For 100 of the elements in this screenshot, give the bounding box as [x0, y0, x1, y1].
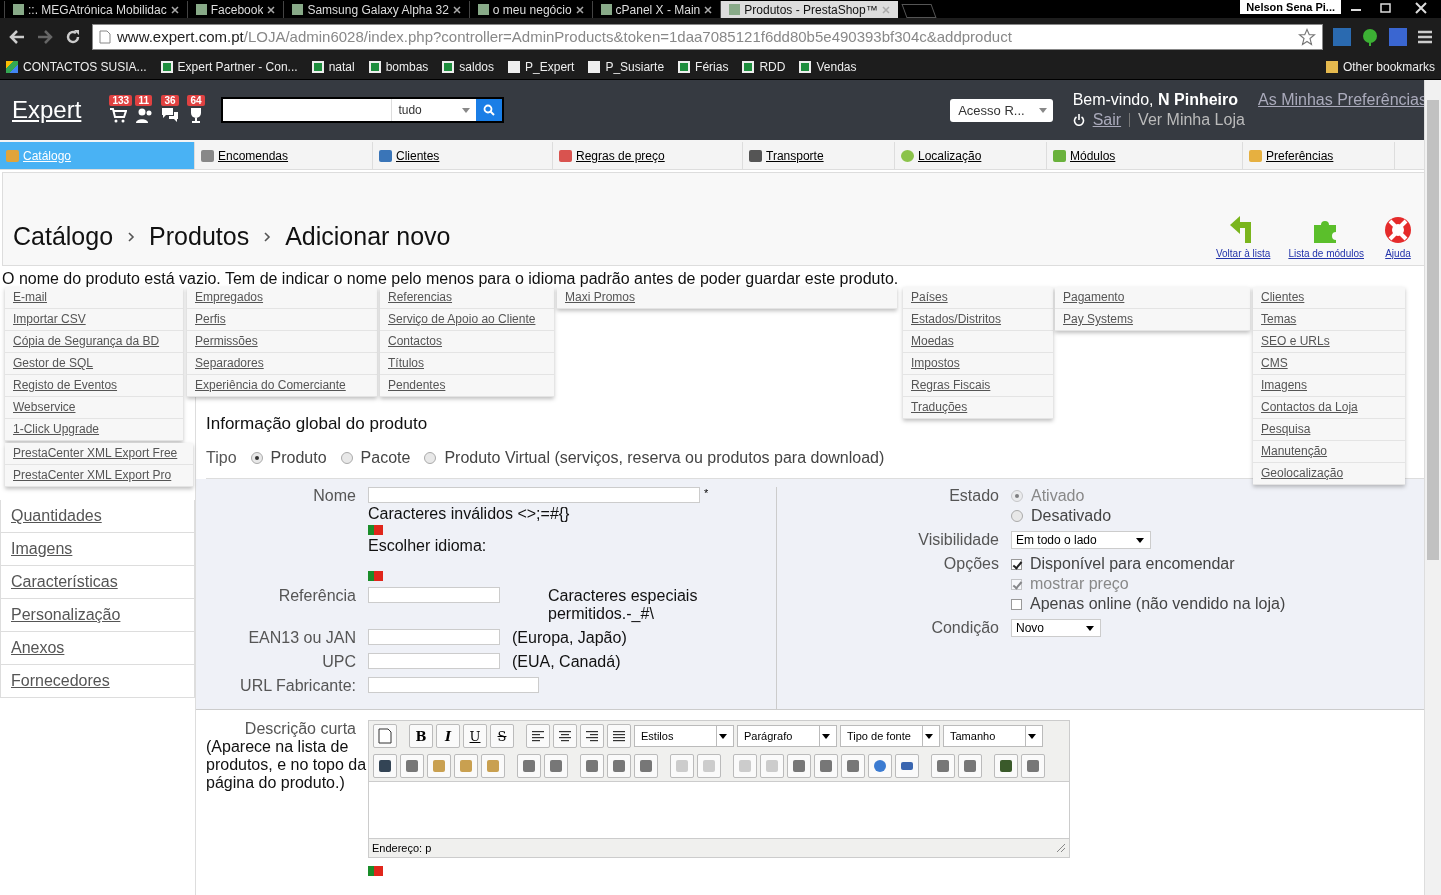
menu-item[interactable]: Webservice: [5, 397, 183, 419]
menu-item[interactable]: Estados/Distritos: [903, 309, 1053, 331]
menu-item[interactable]: Registo de Eventos: [5, 375, 183, 397]
align-center-icon[interactable]: [553, 724, 577, 748]
star-icon[interactable]: [1298, 27, 1316, 46]
menu-item[interactable]: Pesquisa: [1253, 419, 1405, 441]
editor-dropdown[interactable]: Estilos: [634, 725, 734, 747]
radio-button[interactable]: [424, 452, 437, 464]
bookmark[interactable]: Vendas: [799, 60, 857, 74]
address-field[interactable]: www.expert.com.pt/LOJA/admin6028/index.php?controller=AdminProducts&token=1daa7085121f6dd80b5e490393bf304c&addproduct: [92, 23, 1323, 50]
input-field[interactable]: [368, 587, 500, 603]
menu-item[interactable]: Contactos: [380, 331, 554, 353]
sidebar-tab[interactable]: Imagens: [0, 533, 195, 566]
view-shop-link[interactable]: Ver Minha Loja: [1138, 111, 1245, 129]
menu-item[interactable]: Impostos: [903, 353, 1053, 375]
checkbox[interactable]: [1011, 598, 1022, 610]
breadcrumb-item[interactable]: Produtos: [149, 222, 250, 251]
menu-item[interactable]: Traduções: [903, 397, 1053, 419]
align-right-icon[interactable]: [580, 724, 604, 748]
bookmark[interactable]: bombas: [368, 60, 429, 74]
leaf-icon[interactable]: [1361, 27, 1379, 46]
menu-item[interactable]: Pay Systems: [1055, 309, 1250, 331]
help-link[interactable]: Ajuda: [1382, 213, 1414, 259]
menu-item[interactable]: 1-Click Upgrade: [5, 419, 183, 441]
format-button[interactable]: S: [490, 724, 514, 748]
preferences-link[interactable]: As Minhas Preferências: [1258, 91, 1427, 109]
reload-icon[interactable]: [64, 27, 82, 46]
menu-item[interactable]: Imagens: [1253, 375, 1405, 397]
radio-button[interactable]: [250, 452, 263, 464]
sidebar-tab[interactable]: Características: [0, 566, 195, 599]
menu-item[interactable]: Importar CSV: [5, 309, 183, 331]
shop-logo[interactable]: Expert: [12, 96, 82, 124]
bookmark[interactable]: P_Susiarte: [588, 60, 665, 74]
module-list-link[interactable]: Lista de módulos: [1288, 213, 1364, 259]
menu-item[interactable]: Clientes: [1253, 287, 1405, 309]
format-button[interactable]: U: [463, 724, 487, 748]
scrollbar-thumb[interactable]: [1427, 100, 1439, 560]
bookmark[interactable]: Férias: [678, 60, 729, 74]
cart-icon[interactable]: [109, 107, 128, 123]
menu-item[interactable]: Moedas: [903, 331, 1053, 353]
checkbox[interactable]: [1011, 558, 1022, 570]
quick-access-select[interactable]: Acesso R...: [950, 98, 1053, 122]
extension-icon[interactable]: [1333, 27, 1351, 46]
bookmark[interactable]: RDD: [742, 60, 786, 74]
justify-icon[interactable]: [607, 724, 631, 748]
sidebar-tab[interactable]: Quantidades: [0, 500, 195, 533]
format-button[interactable]: I: [436, 724, 460, 748]
forward-icon[interactable]: [36, 28, 54, 45]
menu-item[interactable]: SEO e URLs: [1253, 331, 1405, 353]
bookmark[interactable]: P_Expert: [508, 60, 575, 74]
bookmark[interactable]: saldos: [442, 60, 495, 74]
sidebar-tab[interactable]: Personalização: [0, 599, 195, 632]
format-button[interactable]: B: [409, 724, 433, 748]
editor-dropdown[interactable]: Parágrafo: [737, 725, 837, 747]
menu-item[interactable]: Pagamento: [1055, 287, 1250, 309]
browser-tab[interactable]: Produtos - PrestaShop™: [720, 1, 898, 18]
close-icon[interactable]: [267, 5, 276, 14]
menu-item[interactable]: Maxi Promos: [557, 287, 897, 309]
people-icon[interactable]: [135, 107, 154, 123]
sidebar-tab[interactable]: Fornecedores: [0, 665, 195, 698]
menu-item[interactable]: PrestaCenter XML Export Free: [5, 443, 193, 465]
menu-item[interactable]: Gestor de SQL: [5, 353, 183, 375]
menu-item[interactable]: Referencias: [380, 287, 554, 309]
extension-icon[interactable]: [1389, 27, 1407, 46]
menu-item[interactable]: Pendentes: [380, 375, 554, 397]
menu-item[interactable]: Países: [903, 287, 1053, 309]
radio-button[interactable]: [1011, 510, 1023, 522]
radio-button[interactable]: [340, 452, 353, 464]
input-field[interactable]: [368, 629, 500, 645]
menu-item[interactable]: Separadores: [187, 353, 377, 375]
menu-item[interactable]: Manutenção: [1253, 441, 1405, 463]
menu-item[interactable]: Geolocalização: [1253, 463, 1405, 485]
menu-icon[interactable]: [1417, 29, 1433, 44]
back-icon[interactable]: [8, 28, 26, 45]
bookmarks-folder[interactable]: Other bookmarks: [1325, 60, 1435, 74]
condition-select[interactable]: Novo: [1011, 619, 1101, 637]
close-icon[interactable]: [704, 5, 713, 14]
menu-item[interactable]: PrestaCenter XML Export Pro: [5, 465, 193, 487]
sidebar-tab[interactable]: Anexos: [0, 632, 195, 665]
close-icon[interactable]: [575, 5, 584, 14]
bookmark[interactable]: natal: [311, 60, 355, 74]
new-document-icon[interactable]: [373, 724, 397, 748]
logout-link[interactable]: Sair: [1092, 111, 1122, 129]
breadcrumb-item[interactable]: Catálogo: [13, 222, 114, 251]
menu-item[interactable]: Temas: [1253, 309, 1405, 331]
input-field[interactable]: [368, 653, 500, 669]
menu-item[interactable]: Cópia de Segurança da BD: [5, 331, 183, 353]
visibility-select[interactable]: Em todo o lado: [1011, 531, 1151, 549]
bookmark[interactable]: CONTACTOS SUSIA...: [6, 60, 147, 74]
chat-icon[interactable]: [161, 107, 180, 123]
input-field[interactable]: [368, 677, 539, 693]
input-field[interactable]: [368, 487, 700, 503]
bookmark[interactable]: Expert Partner - Con...: [160, 60, 298, 74]
menu-item[interactable]: E-mail: [5, 287, 183, 309]
resize-handle-icon[interactable]: [1056, 843, 1066, 853]
menu-item[interactable]: CMS: [1253, 353, 1405, 375]
menu-item[interactable]: Permissões: [187, 331, 377, 353]
close-icon[interactable]: [170, 5, 179, 14]
close-icon[interactable]: [452, 5, 461, 14]
menu-item[interactable]: Títulos: [380, 353, 554, 375]
